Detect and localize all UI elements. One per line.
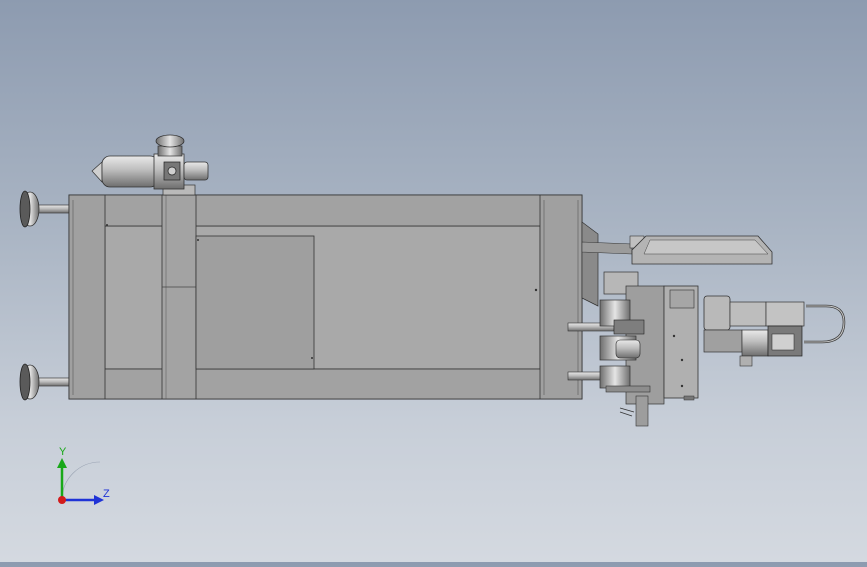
main-frame[interactable] <box>68 194 583 400</box>
drive-motor[interactable] <box>703 295 846 367</box>
model-view[interactable]: Y Z <box>0 0 867 562</box>
y-axis-arrow <box>57 458 67 468</box>
cad-viewport[interactable]: Y Z <box>0 0 867 562</box>
leveling-foot-bottom <box>19 363 73 401</box>
z-axis-label: Z <box>103 488 110 500</box>
y-axis-label: Y <box>59 446 67 458</box>
air-filter-regulator[interactable] <box>91 134 209 196</box>
leveling-foot-top <box>19 190 73 228</box>
axis-triad: Y Z <box>57 446 110 505</box>
gripper-mechanism[interactable] <box>599 271 699 427</box>
x-axis-origin <box>58 496 66 504</box>
